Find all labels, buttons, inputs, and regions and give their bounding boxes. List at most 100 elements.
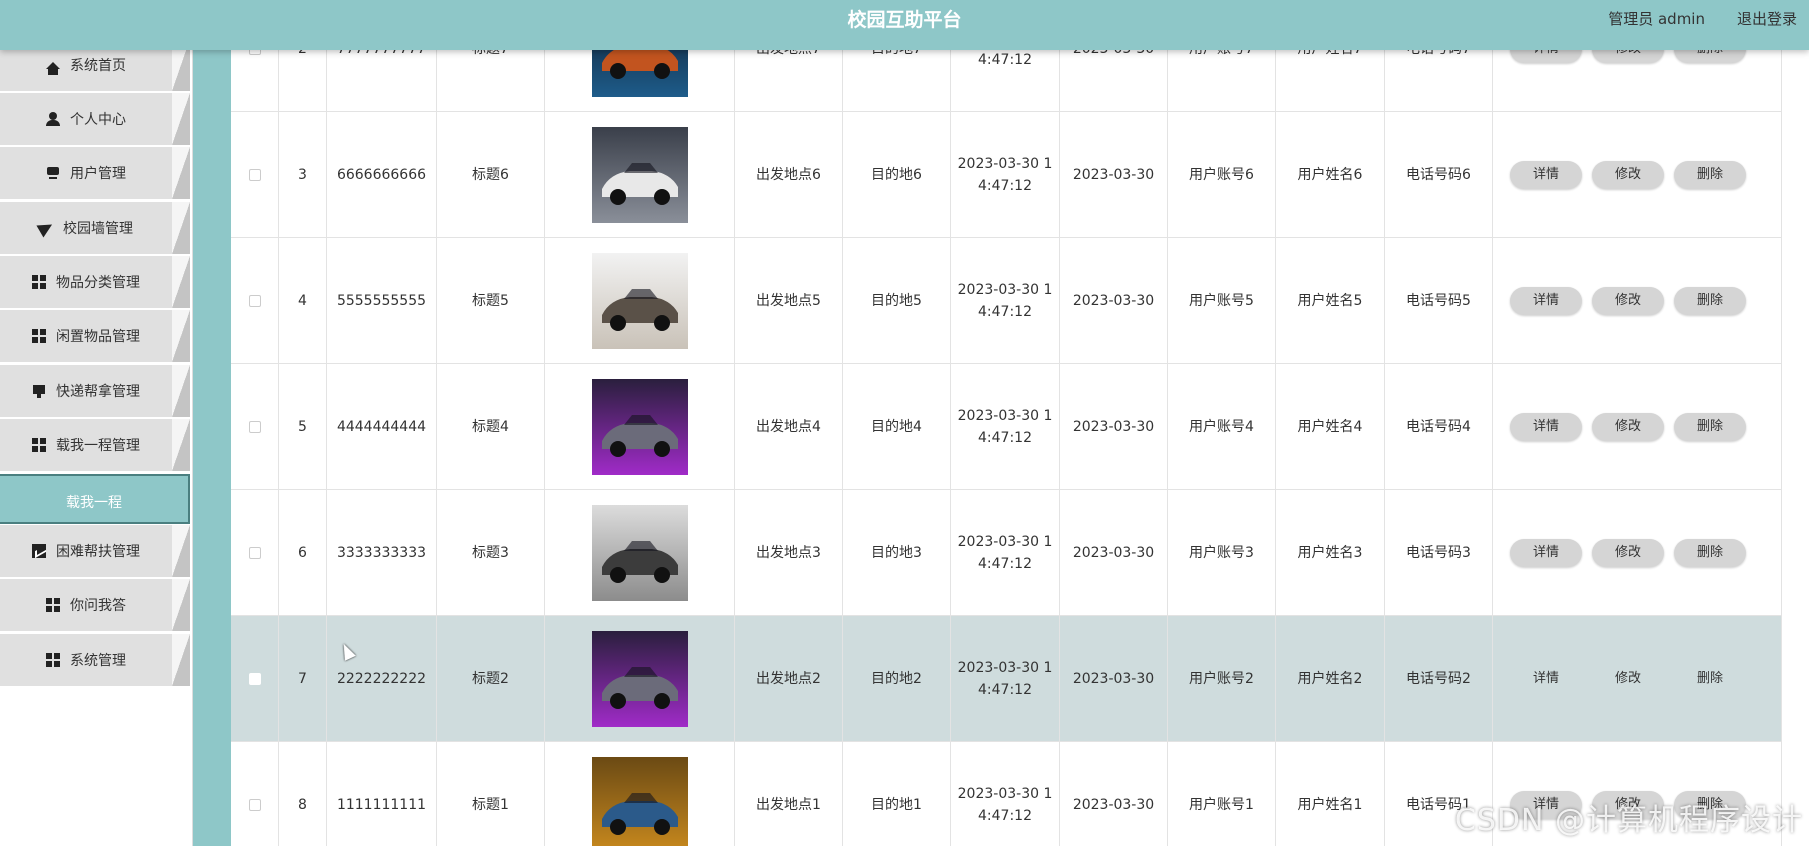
- row-checkbox[interactable]: [248, 799, 261, 811]
- sidebar-item-content: 你问我答: [0, 579, 172, 631]
- sidebar-item-7[interactable]: 载我一程管理: [0, 419, 190, 471]
- detail-button[interactable]: 详情: [1510, 413, 1582, 441]
- edit-button[interactable]: 修改: [1592, 665, 1664, 693]
- edit-button[interactable]: 修改: [1592, 48, 1664, 63]
- account-text: 用户账号2: [1189, 671, 1254, 687]
- account-cell: 用户账号7: [1168, 48, 1276, 112]
- number-cell: 5555555555: [327, 238, 437, 364]
- grid-icon: [46, 598, 60, 612]
- time-line: 4:47:12: [978, 682, 1032, 698]
- sidebar-item-label: 个人中心: [70, 112, 126, 128]
- table-row[interactable]: 6 3333333333 标题3 出发地点3 目的地3 2023-03-30 1 4:47:…: [231, 490, 1781, 616]
- image-cell: [545, 48, 735, 112]
- origin-cell: 出发地点4: [735, 364, 843, 490]
- phone-cell: 电话号码2: [1385, 616, 1493, 742]
- title-cell: 标题3: [437, 490, 545, 616]
- table-row[interactable]: 27777777777标题7 出发地点7目的地7 2023-03-30 14:47:…: [231, 48, 1781, 112]
- watermark: CSDN @计算机程序设计: [1454, 803, 1803, 838]
- sidebar: 系统首页 个人中心 用户管理 校园墙管理 物品分类管理 闲置物品管理 快递帮拿管理 载我一程管…: [0, 39, 193, 846]
- delete-button[interactable]: 删除: [1674, 161, 1746, 189]
- name-text: 用户姓名6: [1297, 167, 1363, 183]
- row-checkbox[interactable]: [248, 421, 261, 433]
- date-cell: 2023-03-30: [1060, 112, 1168, 238]
- delete-button[interactable]: 删除: [1674, 287, 1746, 315]
- detail-button[interactable]: 详情: [1510, 48, 1582, 63]
- table-row[interactable]: 5 4444444444 标题4 出发地点4 目的地4 2023-03-30 1 4:47:…: [231, 364, 1781, 490]
- delete-button[interactable]: 删除: [1674, 48, 1746, 63]
- title-text: 标题1: [472, 797, 509, 813]
- origin-text: 出发地点3: [756, 545, 821, 561]
- name-text: 用户姓名3: [1297, 545, 1363, 561]
- edit-button[interactable]: 修改: [1592, 539, 1664, 567]
- sidebar-item-content: 快递帮拿管理: [0, 365, 172, 417]
- date-cell: 2023-03-30: [1060, 48, 1168, 112]
- sidebar-item-3[interactable]: 校园墙管理: [0, 202, 190, 254]
- account-text: 用户账号1: [1189, 797, 1254, 813]
- title-cell: 标题1: [437, 742, 545, 846]
- index-cell: 7: [279, 616, 327, 742]
- time-line: 2023-03-30 1: [957, 408, 1053, 424]
- sidebar-item-8[interactable]: 载我一程: [0, 474, 190, 524]
- title-cell: 标题7: [437, 48, 545, 112]
- time-text: 2023-03-30 1 4:47:12: [958, 531, 1053, 575]
- origin-cell: 出发地点7: [735, 48, 843, 112]
- time-line: 2023-03-30 1: [957, 534, 1053, 550]
- image-cell: [545, 490, 735, 616]
- account-text: 用户账号6: [1189, 167, 1254, 183]
- time-text: 2023-03-30 1 4:47:12: [958, 405, 1053, 449]
- delete-button[interactable]: 删除: [1674, 665, 1746, 693]
- time-text: 2023-03-30 1 4:47:12: [958, 153, 1053, 197]
- sidebar-item-6[interactable]: 快递帮拿管理: [0, 365, 190, 417]
- origin-text: 出发地点2: [756, 671, 821, 687]
- phone-text: 电话号码4: [1406, 419, 1471, 435]
- logout-link[interactable]: 退出登录: [1737, 8, 1797, 29]
- sidebar-item-5[interactable]: 闲置物品管理: [0, 310, 190, 362]
- car-thumbnail-image: [591, 253, 688, 349]
- destination-cell: 目的地5: [843, 238, 951, 364]
- sidebar-item-11[interactable]: 系统管理: [0, 634, 190, 686]
- delete-button[interactable]: 删除: [1674, 413, 1746, 441]
- checkbox-cell: [231, 742, 279, 846]
- table-row[interactable]: 7 2222222222 标题2 出发地点2 目的地2 2023-03-30 1 4:47:…: [231, 616, 1781, 742]
- row-checkbox[interactable]: [248, 547, 261, 559]
- table-row[interactable]: 4 5555555555 标题5 出发地点5 目的地5 2023-03-30 1 4:47:…: [231, 238, 1781, 364]
- row-checkbox[interactable]: [248, 169, 261, 181]
- origin-cell: 出发地点5: [735, 238, 843, 364]
- car-thumbnail-image: [591, 757, 688, 846]
- detail-button[interactable]: 详情: [1510, 539, 1582, 567]
- index-text: 8: [298, 797, 307, 813]
- number-cell: 3333333333: [327, 490, 437, 616]
- date-cell: 2023-03-30: [1060, 238, 1168, 364]
- sidebar-item-2[interactable]: 用户管理: [0, 147, 190, 199]
- time-line: 4:47:12: [978, 178, 1032, 194]
- grid-icon: [46, 653, 60, 667]
- time-line: 4:47:12: [978, 430, 1032, 446]
- image-cell: [545, 742, 735, 846]
- car-thumbnail-image: [591, 379, 688, 475]
- name-text: 用户姓名5: [1297, 293, 1363, 309]
- sidebar-item-1[interactable]: 个人中心: [0, 93, 190, 145]
- edit-button[interactable]: 修改: [1592, 161, 1664, 189]
- delete-button[interactable]: 删除: [1674, 539, 1746, 567]
- detail-button[interactable]: 详情: [1510, 665, 1582, 693]
- sidebar-item-10[interactable]: 你问我答: [0, 579, 190, 631]
- row-checkbox[interactable]: [248, 673, 261, 685]
- detail-button[interactable]: 详情: [1510, 287, 1582, 315]
- number-text: 6666666666: [336, 167, 427, 183]
- index-cell: 5: [279, 364, 327, 490]
- destination-cell: 目的地7: [843, 48, 951, 112]
- origin-text: 出发地点5: [756, 293, 821, 309]
- detail-button[interactable]: 详情: [1510, 161, 1582, 189]
- edit-button[interactable]: 修改: [1592, 287, 1664, 315]
- row-checkbox[interactable]: [248, 295, 261, 307]
- account-cell: 用户账号1: [1168, 742, 1276, 846]
- sidebar-item-content: 物品分类管理: [0, 256, 172, 308]
- sidebar-item-4[interactable]: 物品分类管理: [0, 256, 190, 308]
- sidebar-item-9[interactable]: 困难帮扶管理: [0, 525, 190, 577]
- car-thumbnail-image: [591, 48, 688, 97]
- edit-button[interactable]: 修改: [1592, 413, 1664, 441]
- table-row[interactable]: 3 6666666666 标题6 出发地点6 目的地6 2023-03-30 1 4:47:…: [231, 112, 1781, 238]
- sidebar-item-content: 载我一程: [0, 476, 188, 528]
- actions-cell: 详情 修改 删除: [1493, 112, 1781, 238]
- checkbox-cell: [231, 490, 279, 616]
